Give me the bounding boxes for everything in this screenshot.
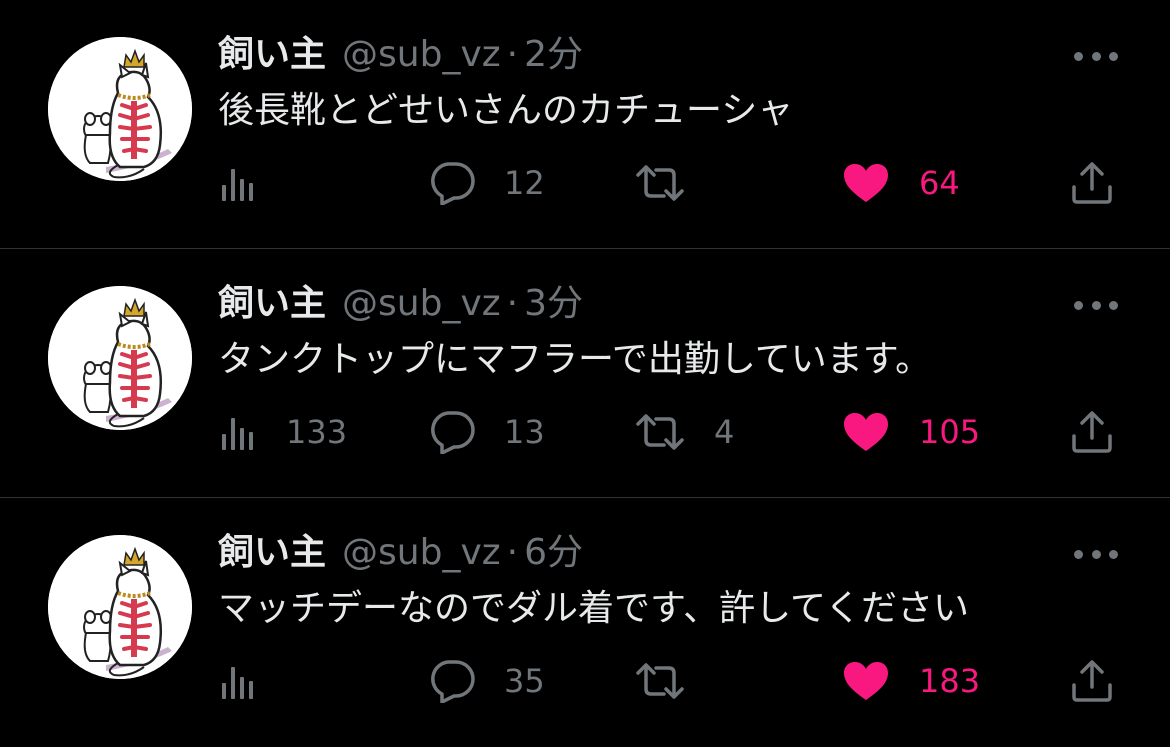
- more-dots-icon[interactable]: [1074, 539, 1118, 569]
- reply-bubble-icon: [431, 162, 475, 205]
- reply-bubble-icon: [431, 411, 475, 454]
- more-dot: [1091, 300, 1101, 310]
- user-handle[interactable]: @sub_vz: [342, 30, 501, 80]
- retweet-button[interactable]: [634, 655, 714, 707]
- more-dot: [1074, 300, 1083, 310]
- like-button[interactable]: 183: [843, 655, 980, 707]
- separator-dot: ·: [506, 283, 519, 324]
- share-upload-icon: [1072, 411, 1112, 453]
- heart-icon: [844, 413, 888, 451]
- views-count: 133: [286, 413, 348, 451]
- timestamp[interactable]: 2分: [524, 30, 583, 80]
- heart-icon: [844, 164, 888, 202]
- more-dots-icon[interactable]: [1074, 41, 1118, 71]
- tweet-actions: 133 13 4 105: [0, 406, 1170, 458]
- more-dots-icon[interactable]: [1074, 290, 1118, 320]
- tweet-header: 飼い主 @sub_vz · 2分: [218, 30, 583, 80]
- retweet-button[interactable]: [634, 157, 714, 209]
- analytics-icon: [222, 169, 253, 201]
- like-count: 64: [919, 164, 960, 202]
- share-button[interactable]: [1070, 157, 1114, 209]
- like-count: 183: [919, 662, 981, 700]
- tweet-text: 後長靴とどせいさんのカチューシャ: [218, 90, 794, 131]
- tweet-2[interactable]: 飼い主 @sub_vz · 6分 マッチデーなのでダル着です、許してください 3…: [0, 498, 1170, 747]
- tweet-actions: 12 64: [0, 157, 1170, 209]
- reply-button[interactable]: 13: [428, 406, 545, 458]
- tweet-1[interactable]: 飼い主 @sub_vz · 3分 タンクトップにマフラーで出勤しています。 13…: [0, 249, 1170, 498]
- tweet-actions: 35 183: [0, 655, 1170, 707]
- more-dot: [1074, 51, 1083, 61]
- reply-count: 35: [504, 662, 545, 700]
- share-upload-icon: [1072, 660, 1112, 702]
- retweet-icon: [636, 414, 684, 450]
- reply-button[interactable]: 12: [428, 157, 545, 209]
- display-name[interactable]: 飼い主: [218, 279, 326, 329]
- tweet-text: タンクトップにマフラーで出勤しています。: [218, 339, 932, 380]
- reply-button[interactable]: 35: [428, 655, 545, 707]
- separator-dot: ·: [506, 532, 519, 573]
- share-button[interactable]: [1070, 655, 1114, 707]
- more-dot: [1091, 549, 1101, 559]
- more-dot: [1109, 300, 1118, 310]
- tweet-text: マッチデーなのでダル着です、許してください: [218, 588, 969, 629]
- more-dot: [1091, 51, 1101, 61]
- display-name[interactable]: 飼い主: [218, 30, 326, 80]
- share-upload-icon: [1072, 162, 1112, 204]
- retweet-icon: [636, 165, 684, 201]
- views-button[interactable]: [218, 157, 286, 209]
- timestamp[interactable]: 3分: [524, 279, 583, 329]
- display-name[interactable]: 飼い主: [218, 528, 326, 578]
- analytics-icon: [222, 418, 253, 450]
- tweet-header: 飼い主 @sub_vz · 6分: [218, 528, 583, 578]
- reply-count: 12: [504, 164, 545, 202]
- retweet-button[interactable]: 4: [634, 406, 734, 458]
- like-button[interactable]: 105: [843, 406, 980, 458]
- timestamp[interactable]: 6分: [524, 528, 583, 578]
- reply-bubble-icon: [431, 660, 475, 703]
- more-dot: [1109, 549, 1118, 559]
- analytics-icon: [222, 667, 253, 699]
- user-handle[interactable]: @sub_vz: [342, 279, 501, 329]
- like-button[interactable]: 64: [843, 157, 960, 209]
- like-count: 105: [919, 413, 981, 451]
- heart-icon: [844, 662, 888, 700]
- reply-count: 13: [504, 413, 545, 451]
- timeline: 飼い主 @sub_vz · 2分 後長靴とどせいさんのカチューシャ 12 64 …: [0, 0, 1170, 746]
- retweet-count: 4: [714, 413, 735, 451]
- tweet-0[interactable]: 飼い主 @sub_vz · 2分 後長靴とどせいさんのカチューシャ 12 64: [0, 0, 1170, 249]
- more-dot: [1074, 549, 1083, 559]
- tweet-header: 飼い主 @sub_vz · 3分: [218, 279, 583, 329]
- retweet-icon: [636, 663, 684, 699]
- more-dot: [1109, 51, 1118, 61]
- views-button[interactable]: [218, 655, 286, 707]
- share-button[interactable]: [1070, 406, 1114, 458]
- separator-dot: ·: [506, 34, 519, 75]
- user-handle[interactable]: @sub_vz: [342, 528, 501, 578]
- views-button[interactable]: 133: [218, 406, 347, 458]
